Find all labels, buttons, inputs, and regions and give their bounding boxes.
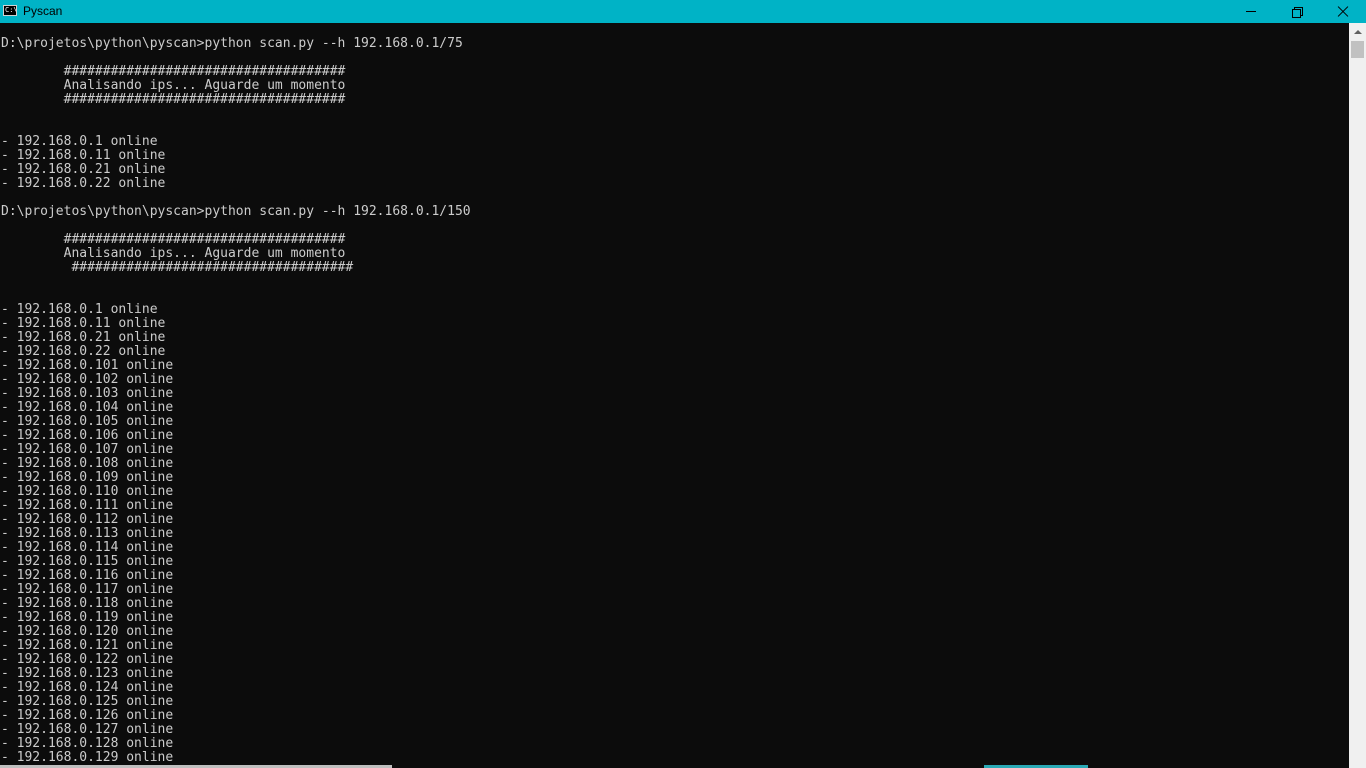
console-line: - 192.168.0.102 online [1, 372, 174, 387]
console-line: Analisando ips... Aguarde um momento [1, 78, 346, 93]
console-line: - 192.168.0.129 online [1, 750, 174, 765]
scroll-up-button[interactable] [1349, 23, 1366, 40]
console-output[interactable]: D:\projetos\python\pyscan>python scan.py… [0, 23, 1349, 768]
console-line: - 192.168.0.114 online [1, 540, 174, 555]
console-line: - 192.168.0.121 online [1, 638, 174, 653]
console-line: - 192.168.0.11 online [1, 316, 166, 331]
console-line: - 192.168.0.11 online [1, 148, 166, 163]
console-line: #################################### [1, 64, 346, 79]
console-line: - 192.168.0.1 online [1, 134, 158, 149]
title-bar[interactable]: C:\ Pyscan [0, 0, 1366, 23]
console-line: Analisando ips... Aguarde um momento [1, 246, 346, 261]
minimize-icon [1246, 11, 1256, 12]
console-line: - 192.168.0.127 online [1, 722, 174, 737]
scroll-thumb[interactable] [1351, 41, 1364, 58]
restore-icon [1292, 6, 1303, 18]
restore-button[interactable] [1274, 0, 1320, 23]
window-title: Pyscan [23, 4, 63, 18]
console-line: - 192.168.0.120 online [1, 624, 174, 639]
console-line: - 192.168.0.107 online [1, 442, 174, 457]
console-line: - 192.168.0.108 online [1, 456, 174, 471]
console-line: - 192.168.0.115 online [1, 554, 174, 569]
console-line: - 192.168.0.101 online [1, 358, 174, 373]
console-icon[interactable]: C:\ [3, 5, 17, 16]
console-line: - 192.168.0.110 online [1, 484, 174, 499]
console-line: - 192.168.0.1 online [1, 302, 158, 317]
console-line: - 192.168.0.126 online [1, 708, 174, 723]
console-line: #################################### [1, 232, 346, 247]
console-line: D:\projetos\python\pyscan>python scan.py… [1, 36, 463, 51]
minimize-button[interactable] [1228, 0, 1274, 23]
console-line: - 192.168.0.111 online [1, 498, 174, 513]
console-line: - 192.168.0.123 online [1, 666, 174, 681]
console-line: - 192.168.0.105 online [1, 414, 174, 429]
console-line: - 192.168.0.21 online [1, 330, 166, 345]
console-line: - 192.168.0.22 online [1, 344, 166, 359]
console-line: - 192.168.0.124 online [1, 680, 174, 695]
console-line: - 192.168.0.112 online [1, 512, 174, 527]
close-icon [1337, 6, 1349, 18]
arrow-up-icon [1353, 29, 1362, 34]
console-line: - 192.168.0.103 online [1, 386, 174, 401]
console-line: - 192.168.0.122 online [1, 652, 174, 667]
console-line: - 192.168.0.104 online [1, 400, 174, 415]
console-line: - 192.168.0.119 online [1, 610, 174, 625]
console-line: #################################### [1, 92, 346, 107]
console-line: - 192.168.0.109 online [1, 470, 174, 485]
console-line: D:\projetos\python\pyscan>python scan.py… [1, 204, 471, 219]
console-line: - 192.168.0.116 online [1, 568, 174, 583]
console-line: - 192.168.0.21 online [1, 162, 166, 177]
console-line: - 192.168.0.118 online [1, 596, 174, 611]
console-line: - 192.168.0.113 online [1, 526, 174, 541]
console-line: - 192.168.0.125 online [1, 694, 174, 709]
vertical-scrollbar[interactable] [1349, 23, 1366, 768]
console-line: #################################### [1, 260, 354, 275]
console-line: - 192.168.0.128 online [1, 736, 174, 751]
close-button[interactable] [1320, 0, 1366, 23]
console-line: - 192.168.0.106 online [1, 428, 174, 443]
console-line: - 192.168.0.117 online [1, 582, 174, 597]
console-line: - 192.168.0.22 online [1, 176, 166, 191]
